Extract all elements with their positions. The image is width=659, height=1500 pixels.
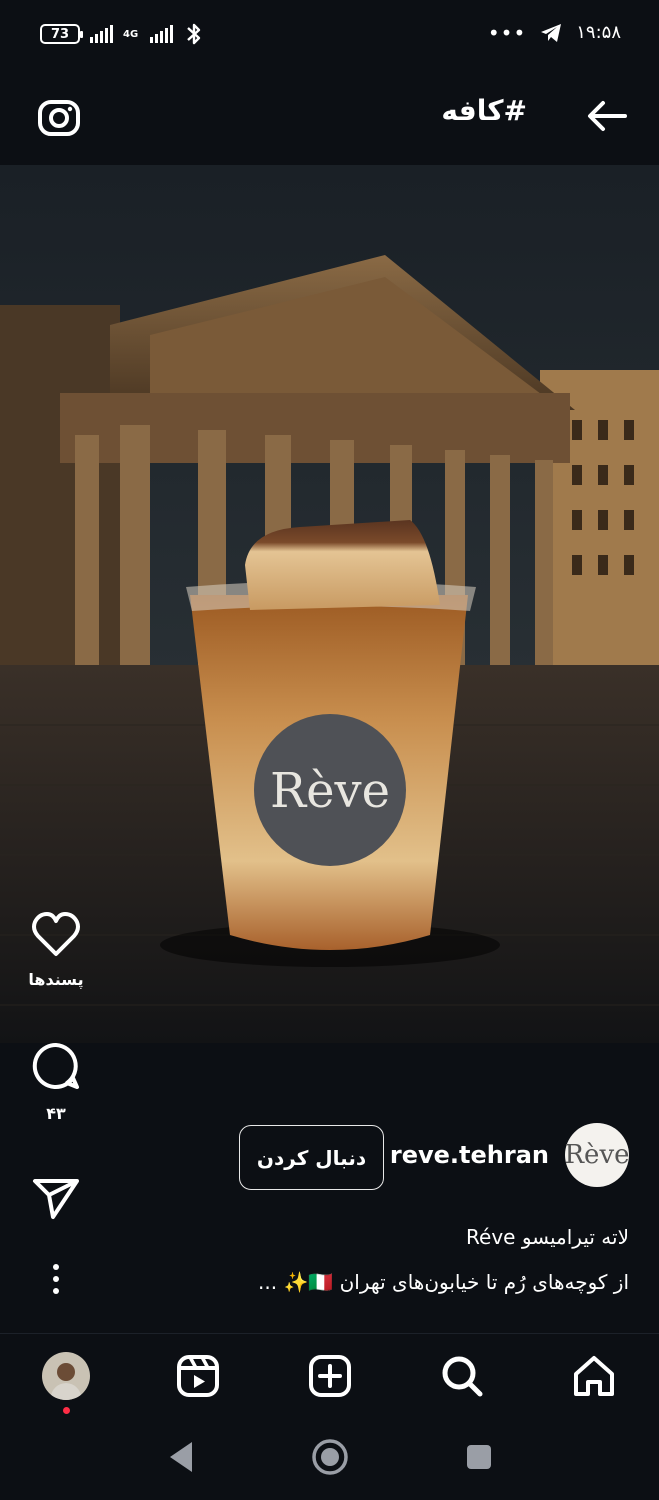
reels-icon — [177, 1355, 219, 1397]
heart-icon — [32, 912, 80, 956]
caption-line-2[interactable]: از کوچه‌های رُم تا خیابون‌های تهران 🇮🇹✨ … — [189, 1270, 629, 1294]
notification-dot — [63, 1407, 70, 1414]
like-action[interactable]: پسندها — [22, 910, 90, 989]
more-action[interactable] — [22, 1262, 90, 1300]
system-home-icon[interactable] — [311, 1438, 349, 1476]
likes-label[interactable]: پسندها — [22, 970, 90, 989]
cup-logo-text: Rève — [270, 763, 390, 819]
nav-home[interactable] — [568, 1350, 620, 1402]
comments-count[interactable]: ۴۳ — [22, 1104, 90, 1123]
home-icon — [574, 1356, 614, 1396]
arrow-left-icon — [588, 101, 627, 131]
nav-profile[interactable] — [40, 1350, 92, 1414]
back-button[interactable] — [583, 92, 631, 140]
page-title: #کافه — [441, 94, 527, 127]
post-author[interactable]: reve.tehran Rève — [390, 1123, 630, 1187]
share-action[interactable] — [22, 1175, 90, 1225]
telegram-icon — [541, 23, 562, 42]
nav-search[interactable] — [436, 1350, 488, 1402]
clock: ۱۹:۵۸ — [576, 22, 621, 43]
follow-button[interactable]: دنبال کردن — [239, 1125, 384, 1190]
profile-avatar — [42, 1352, 90, 1400]
nav-reels[interactable] — [172, 1350, 224, 1402]
caption-line-1: لاته تیرامیسو Réve — [466, 1225, 629, 1249]
author-avatar[interactable]: Rève — [564, 1123, 630, 1187]
camera-button[interactable] — [34, 92, 84, 142]
username[interactable]: reve.tehran — [390, 1141, 549, 1169]
bottom-navigation — [0, 1333, 659, 1419]
camera-icon — [38, 100, 80, 136]
status-bar: 73 4G ••• ۱۹:۵۸ — [0, 0, 659, 70]
signal-icon-2 — [150, 25, 174, 43]
search-icon — [442, 1356, 483, 1397]
comment-action[interactable]: ۴۳ — [22, 1040, 90, 1123]
more-vertical-icon — [53, 1264, 59, 1294]
plus-square-icon — [309, 1355, 351, 1397]
network-type: 4G — [123, 28, 139, 40]
comment-icon — [32, 1042, 79, 1089]
system-back-icon[interactable] — [166, 1440, 196, 1474]
status-left: 73 4G — [40, 22, 205, 46]
signal-icon — [90, 25, 113, 43]
battery-indicator: 73 — [40, 24, 83, 44]
send-icon — [33, 1179, 79, 1219]
nav-create[interactable] — [304, 1350, 356, 1402]
bluetooth-icon — [187, 23, 201, 45]
post-image[interactable]: Rève — [0, 165, 659, 1043]
system-recents-icon[interactable] — [465, 1443, 493, 1471]
pantheon-latte-photo: Rève — [0, 165, 659, 1043]
more-status-icon: ••• — [487, 20, 527, 45]
system-navigation — [0, 1418, 659, 1500]
status-right: ••• ۱۹:۵۸ — [488, 22, 621, 43]
top-app-bar: #کافه — [0, 70, 659, 165]
